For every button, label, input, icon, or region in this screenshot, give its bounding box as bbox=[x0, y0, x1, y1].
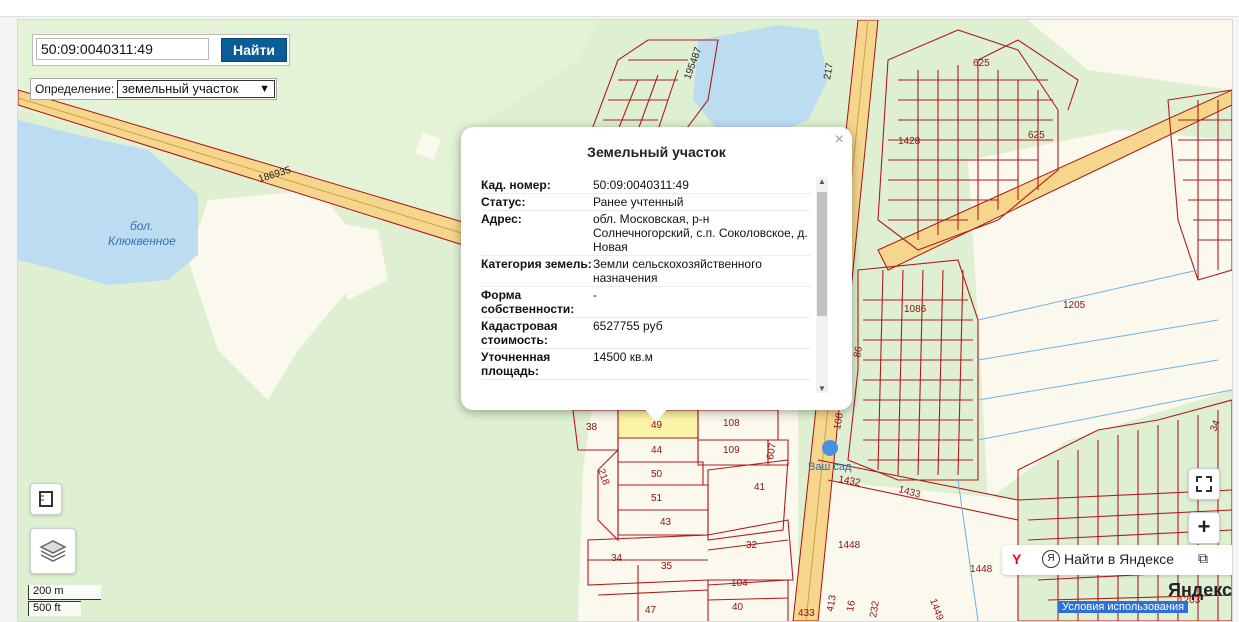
info-value: 50:09:0040311:49 bbox=[593, 178, 689, 192]
parcel-label: 34 bbox=[611, 553, 623, 564]
info-row: Адрес: обл. Московская, р-н Солнечногорск… bbox=[481, 211, 811, 256]
find-button[interactable]: Найти bbox=[221, 38, 287, 62]
scale-bar-meters: 200 m bbox=[28, 585, 101, 600]
fullscreen-button[interactable] bbox=[1188, 468, 1220, 500]
parcel-label: 38 bbox=[586, 422, 598, 433]
scale-label-m: 200 m bbox=[33, 585, 64, 597]
parcel-label: 433 bbox=[798, 608, 815, 619]
info-row: Категория земель: Земли сельскохозяйствен… bbox=[481, 256, 811, 287]
popup-info-table: Кад. номер: 50:09:0040311:49 Статус: Ранее… bbox=[481, 177, 811, 380]
find-in-yandex-label[interactable]: Найти в Яндексе bbox=[1064, 551, 1174, 567]
parcel-label: 43 bbox=[660, 517, 672, 528]
info-row: Статус: Ранее учтенный bbox=[481, 194, 811, 211]
info-key: Кадастровая стоимость: bbox=[481, 319, 558, 347]
info-key: Форма собственности: bbox=[481, 288, 575, 316]
definition-select[interactable]: земельный участок ▼ bbox=[117, 80, 275, 98]
parcel-label: 109 bbox=[723, 445, 740, 456]
parcel-label: 1448 bbox=[970, 564, 993, 575]
parcel-label: 104 bbox=[731, 578, 748, 589]
parcel-label: 47 bbox=[645, 605, 657, 616]
info-key: Кад. номер: bbox=[481, 178, 551, 192]
search-panel: Найти bbox=[32, 34, 290, 66]
info-key: Статус: bbox=[481, 195, 526, 209]
popup-pointer bbox=[644, 408, 668, 422]
parcel-label: 1448 bbox=[838, 540, 861, 551]
chevron-down-icon: ▼ bbox=[259, 83, 270, 95]
scroll-down-icon[interactable]: ▼ bbox=[818, 384, 826, 393]
water-label: бол. bbox=[130, 219, 153, 233]
ruler-button[interactable] bbox=[30, 483, 62, 515]
cadastral-number-input[interactable] bbox=[36, 38, 209, 60]
info-value: 6527755 руб bbox=[593, 319, 663, 333]
parcel-label: 1205 bbox=[1063, 300, 1086, 311]
cadastral-map[interactable]: 186935 217 195487 625 625 1428 1205 1086… bbox=[17, 19, 1233, 622]
info-key: Уточненная площадь: bbox=[481, 350, 551, 378]
yandex-logo: Яндекс bbox=[1168, 580, 1233, 600]
info-row: Кад. номер: 50:09:0040311:49 bbox=[481, 177, 811, 194]
parcel-popup: × Земельный участок Кад. номер: 50:09:004… bbox=[461, 127, 852, 422]
parcel-label: 1428 bbox=[898, 136, 921, 147]
info-row: Форма собственности: - bbox=[481, 287, 811, 318]
info-row: Кадастровая стоимость: 6527755 руб bbox=[481, 318, 811, 349]
zoom-in-button[interactable]: + bbox=[1188, 512, 1220, 544]
scrollbar-thumb[interactable] bbox=[817, 192, 827, 316]
poi-marker-icon[interactable] bbox=[822, 440, 838, 456]
top-bar bbox=[0, 0, 1239, 17]
scale-label-ft: 500 ft bbox=[33, 602, 61, 614]
parcel-label: 41 bbox=[754, 482, 766, 493]
definition-label: Определение: bbox=[35, 82, 115, 96]
definition-selected: земельный участок bbox=[122, 81, 239, 96]
parcel-label: 1086 bbox=[904, 304, 927, 315]
terms-link[interactable]: Условия использования bbox=[1058, 601, 1189, 613]
scale-bar-feet: 500 ft bbox=[28, 601, 81, 616]
info-row: Уточненная площадь: 14500 кв.м bbox=[481, 349, 811, 380]
info-value: Земли сельскохозяйственного назначения bbox=[593, 257, 762, 285]
parcel-label: 40 bbox=[732, 602, 744, 613]
ruler-icon bbox=[39, 491, 53, 507]
parcel-label: 625 bbox=[1028, 130, 1045, 141]
poi-label[interactable]: Ваш сад bbox=[808, 461, 852, 473]
parcel-label: 51 bbox=[651, 493, 663, 504]
parcel-label: 625 bbox=[973, 58, 990, 69]
info-value: - bbox=[593, 288, 597, 302]
copy-icon[interactable]: ⧉ bbox=[1198, 550, 1208, 567]
popup-scrollbar[interactable]: ▲ ▼ bbox=[816, 177, 828, 393]
info-key: Категория земель: bbox=[481, 257, 592, 271]
yandex-icon: Я bbox=[1042, 550, 1060, 568]
scroll-up-icon[interactable]: ▲ bbox=[818, 177, 826, 186]
fullscreen-icon bbox=[1196, 476, 1212, 492]
parcel-label: 32 bbox=[746, 540, 758, 551]
info-value: Ранее учтенный bbox=[593, 195, 684, 209]
parcel-label: 35 bbox=[661, 561, 673, 572]
parcel-label: 44 bbox=[651, 445, 663, 456]
info-value: обл. Московская, р-н Солнечногорский, с.… bbox=[593, 212, 808, 254]
layers-icon bbox=[39, 540, 67, 562]
water-label: Клюквенное bbox=[108, 234, 176, 248]
yandex-browser-icon: Y bbox=[1012, 551, 1022, 567]
parcel-label: 50 bbox=[651, 469, 663, 480]
layers-button[interactable] bbox=[30, 528, 76, 574]
yandex-find-bar[interactable]: Y Я Найти в Яндексе ⧉ bbox=[1002, 545, 1232, 575]
parcel-label: 108 bbox=[723, 418, 740, 429]
popup-title: Земельный участок bbox=[587, 144, 726, 160]
info-key: Адрес: bbox=[481, 212, 522, 226]
definition-row: Определение: земельный участок ▼ bbox=[30, 78, 277, 100]
info-value: 14500 кв.м bbox=[593, 350, 653, 364]
